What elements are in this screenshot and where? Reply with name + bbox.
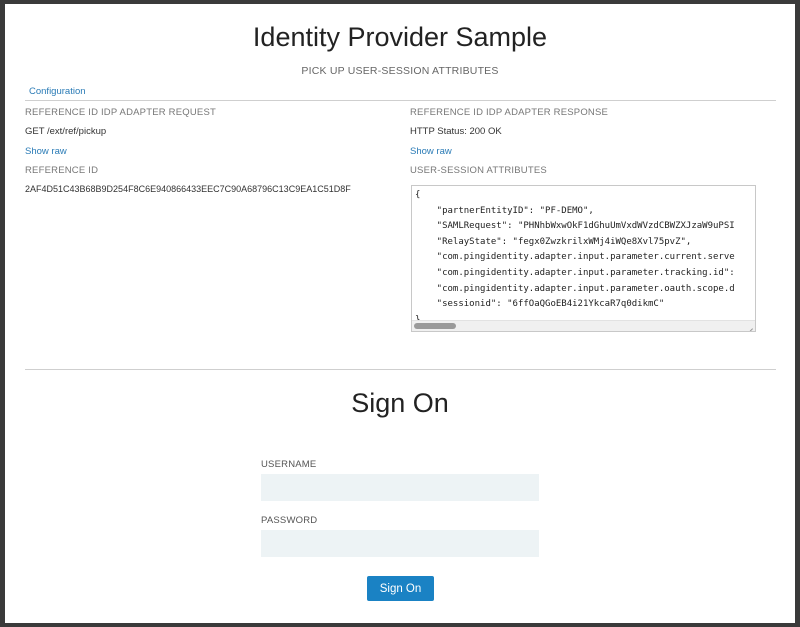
- request-show-raw-link[interactable]: Show raw: [25, 146, 67, 157]
- configuration-link[interactable]: Configuration: [29, 86, 86, 97]
- username-label: USERNAME: [261, 459, 317, 470]
- attributes-json: { "partnerEntityID": "PF-DEMO", "SAMLReq…: [415, 190, 735, 325]
- reference-id-value: 2AF4D51C43B68B9D254F8C6E940866433EEC7C90…: [25, 184, 351, 194]
- page-subtitle: PICK UP USER-SESSION ATTRIBUTES: [301, 65, 499, 77]
- attributes-textarea[interactable]: { "partnerEntityID": "PF-DEMO", "SAMLReq…: [411, 185, 756, 332]
- request-value: GET /ext/ref/pickup: [25, 126, 107, 137]
- attributes-label: USER-SESSION ATTRIBUTES: [410, 165, 547, 176]
- response-show-raw-link[interactable]: Show raw: [410, 146, 452, 157]
- resize-handle-icon[interactable]: [745, 321, 755, 331]
- signon-title: Sign On: [351, 388, 449, 418]
- page-title: Identity Provider Sample: [252, 22, 548, 52]
- horizontal-scrollbar[interactable]: [412, 320, 755, 331]
- response-label: REFERENCE ID IDP ADAPTER RESPONSE: [410, 107, 609, 118]
- top-divider: [25, 100, 776, 101]
- username-input[interactable]: [261, 474, 539, 501]
- reference-id-label: REFERENCE ID: [25, 165, 99, 176]
- response-value: HTTP Status: 200 OK: [410, 126, 502, 137]
- password-label: PASSWORD: [261, 515, 318, 526]
- scrollbar-thumb[interactable]: [414, 323, 456, 329]
- request-label: REFERENCE ID IDP ADAPTER REQUEST: [25, 107, 216, 118]
- password-input[interactable]: [261, 530, 539, 557]
- sign-on-button[interactable]: Sign On: [367, 576, 434, 601]
- section-divider: [25, 369, 776, 370]
- page: Identity Provider Sample PICK UP USER-SE…: [5, 4, 795, 623]
